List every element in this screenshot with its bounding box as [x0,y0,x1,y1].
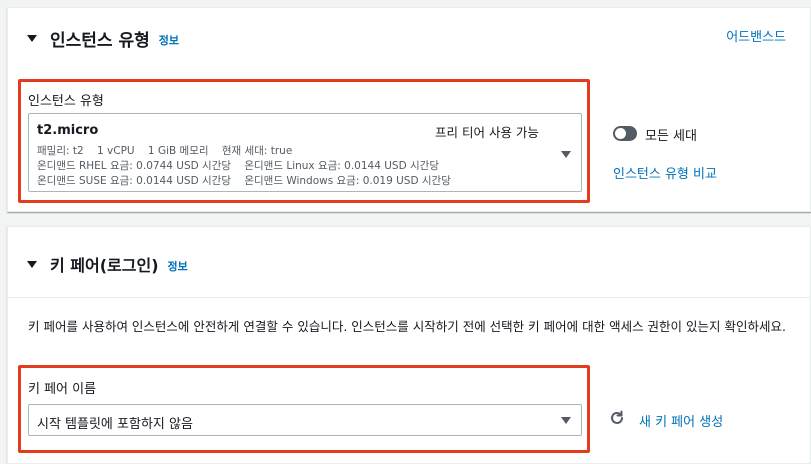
key-pair-description: 키 페어를 사용하여 인스턴스에 안전하게 연결할 수 있습니다. 인스턴스를 … [28,319,786,334]
toggle-label: 모든 세대 [645,129,697,144]
instance-name: t2.micro [37,123,99,138]
refresh-icon[interactable] [608,409,626,427]
key-pair-select[interactable]: 시작 템플릿에 포함하지 않음 [28,404,582,436]
create-key-pair-link[interactable]: 새 키 페어 생성 [639,411,723,430]
advanced-link[interactable]: 어드밴스드 [726,26,786,45]
free-tier-badge: 프리 티어 사용 가능 [435,125,539,140]
header-divider [8,297,810,298]
dropdown-caret-icon [561,417,571,424]
price-line: 온디맨드 SUSE 요금: 0.0144 USD 시간당 온디맨드 Window… [37,175,451,187]
collapse-caret-icon[interactable] [27,34,37,42]
instance-type-select[interactable]: t2.micro 프리 티어 사용 가능 패밀리: t2 1 vCPU 1 Gi… [28,113,582,192]
dropdown-caret-icon [561,151,571,158]
select-value: 시작 템플릿에 포함하지 않음 [37,417,193,432]
field-label: 인스턴스 유형 [28,94,104,109]
instance-type-panel: 인스턴스 유형 정보 어드밴스드 인스턴스 유형 t2.micro 프리 티어 … [7,7,811,212]
section-title: 인스턴스 유형 [50,30,150,51]
info-link[interactable]: 정보 [168,258,188,274]
key-pair-header[interactable]: 키 페어(로그인) 정보 [8,251,810,277]
all-generations-toggle[interactable] [613,126,637,141]
compare-instance-types-link[interactable]: 인스턴스 유형 비교 [613,163,717,182]
spec-line: 패밀리: t2 1 vCPU 1 GiB 메모리 현재 세대: true [37,145,293,157]
instance-type-header[interactable]: 인스턴스 유형 정보 [8,25,810,51]
toggle-knob [615,128,626,139]
key-pair-panel: 키 페어(로그인) 정보 키 페어를 사용하여 인스턴스에 안전하게 연결할 수… [7,226,811,464]
field-label: 키 페어 이름 [28,382,97,397]
price-line: 온디맨드 RHEL 요금: 0.0744 USD 시간당 온디맨드 Linux … [37,160,439,172]
info-link[interactable]: 정보 [159,32,179,48]
section-title: 키 페어(로그인) [50,256,159,275]
collapse-caret-icon[interactable] [27,260,37,268]
